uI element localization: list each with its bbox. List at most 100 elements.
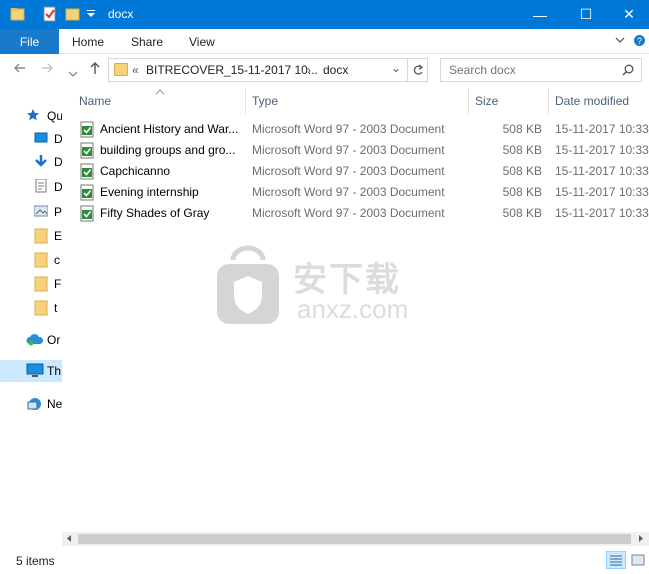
- scroll-left-icon[interactable]: [66, 534, 72, 545]
- file-size: 508 KB: [502, 185, 542, 199]
- nav-item-onedrive[interactable]: Or: [0, 329, 62, 351]
- column-header-type[interactable]: Type: [246, 86, 468, 116]
- scrollbar-thumb[interactable]: [78, 534, 631, 544]
- folder-icon: [114, 63, 128, 76]
- nav-item-folder[interactable]: c: [0, 249, 62, 271]
- word-document-icon: [80, 142, 95, 159]
- help-icon[interactable]: ?: [633, 34, 646, 50]
- nav-item-this-pc[interactable]: Th: [0, 360, 62, 382]
- address-bar[interactable]: « BITRECOVER_15-11-2017 10... › docx ⌄: [108, 58, 408, 82]
- file-size: 508 KB: [502, 164, 542, 178]
- word-document-icon: [80, 184, 95, 201]
- nav-item-pictures[interactable]: P: [0, 201, 62, 223]
- nav-item-folder[interactable]: F: [0, 273, 62, 295]
- watermark-text-en: anxz.com: [297, 294, 409, 324]
- word-document-icon: [80, 121, 95, 138]
- nav-item-desktop[interactable]: D: [0, 128, 62, 150]
- search-box[interactable]: [440, 58, 642, 82]
- column-header-date-modified[interactable]: Date modified: [549, 86, 649, 116]
- back-arrow-icon[interactable]: [13, 61, 27, 78]
- tab-view[interactable]: View: [189, 35, 215, 49]
- file-name: Fifty Shades of Gray: [100, 206, 210, 220]
- column-header-name[interactable]: Name: [62, 86, 245, 116]
- nav-item-quick-access[interactable]: Qu: [0, 105, 62, 127]
- nav-item-network[interactable]: Ne: [0, 393, 62, 415]
- word-document-icon: [80, 163, 95, 180]
- window-title: docx: [108, 7, 134, 21]
- svg-text:?: ?: [637, 36, 642, 46]
- scroll-right-icon[interactable]: [638, 534, 644, 545]
- column-header-size[interactable]: Size: [469, 86, 548, 116]
- breadcrumb-item[interactable]: BITRECOVER_15-11-2017 10...: [146, 63, 318, 77]
- maximize-button[interactable]: ☐: [563, 0, 609, 29]
- navigation-pane: Qu D D D P E c F t Or Th Ne: [0, 86, 62, 546]
- breadcrumb-separator[interactable]: ›: [307, 63, 311, 77]
- file-date-modified: 15-11-2017 10:33: [555, 164, 649, 178]
- file-name: Ancient History and War...: [100, 122, 239, 136]
- close-button[interactable]: ✕: [606, 0, 649, 29]
- file-date-modified: 15-11-2017 10:33: [555, 143, 649, 157]
- title-bar: docx — ☐ ✕: [0, 0, 649, 29]
- recent-locations-icon[interactable]: [68, 65, 78, 81]
- address-dropdown-icon[interactable]: ⌄: [391, 61, 401, 75]
- expand-ribbon-icon[interactable]: [614, 34, 626, 49]
- file-date-modified: 15-11-2017 10:33: [555, 185, 649, 199]
- refresh-icon[interactable]: [408, 58, 428, 82]
- file-row[interactable]: Ancient History and War... Microsoft Wor…: [62, 119, 649, 140]
- this-pc-icon: [26, 363, 44, 377]
- nav-item-folder[interactable]: E: [0, 225, 62, 247]
- folder-icon: [34, 252, 48, 268]
- tab-share[interactable]: Share: [131, 35, 163, 49]
- nav-item-documents[interactable]: D: [0, 176, 62, 198]
- file-type: Microsoft Word 97 - 2003 Document: [252, 143, 445, 157]
- navigation-bar: « BITRECOVER_15-11-2017 10... › docx ⌄: [0, 55, 649, 85]
- watermark: 安下载 anxz.com: [215, 244, 445, 334]
- new-folder-icon[interactable]: [65, 6, 81, 22]
- details-view-button[interactable]: [606, 551, 626, 569]
- tab-file[interactable]: File: [0, 29, 59, 54]
- search-icon[interactable]: [622, 64, 634, 76]
- quick-access-star-icon: [26, 108, 40, 122]
- folder-icon: [34, 276, 48, 292]
- shield-bag-icon: [215, 244, 281, 326]
- file-row[interactable]: Capchicanno Microsoft Word 97 - 2003 Doc…: [62, 161, 649, 182]
- folder-icon: [34, 228, 48, 244]
- search-input[interactable]: [441, 59, 621, 81]
- forward-arrow-icon[interactable]: [40, 61, 54, 78]
- pictures-icon: [33, 204, 49, 218]
- file-row[interactable]: Fifty Shades of Gray Microsoft Word 97 -…: [62, 203, 649, 224]
- file-date-modified: 15-11-2017 10:33: [555, 206, 649, 220]
- file-size: 508 KB: [502, 143, 542, 157]
- file-date-modified: 15-11-2017 10:33: [555, 122, 649, 136]
- file-type: Microsoft Word 97 - 2003 Document: [252, 122, 445, 136]
- up-arrow-icon[interactable]: [88, 61, 102, 78]
- word-document-icon: [80, 205, 95, 222]
- large-icons-view-button[interactable]: [628, 551, 648, 569]
- folder-icon: [10, 6, 26, 22]
- breadcrumb-overflow[interactable]: «: [132, 63, 139, 77]
- file-row[interactable]: Evening internship Microsoft Word 97 - 2…: [62, 182, 649, 203]
- network-icon: [26, 396, 44, 410]
- file-row[interactable]: building groups and gro... Microsoft Wor…: [62, 140, 649, 161]
- file-type: Microsoft Word 97 - 2003 Document: [252, 206, 445, 220]
- file-size: 508 KB: [502, 206, 542, 220]
- folder-icon: [34, 300, 48, 316]
- download-arrow-icon: [34, 154, 48, 168]
- documents-icon: [34, 178, 48, 193]
- properties-icon[interactable]: [42, 6, 58, 22]
- onedrive-icon: [26, 332, 44, 346]
- file-name: building groups and gro...: [100, 143, 236, 157]
- nav-item-folder[interactable]: t: [0, 297, 62, 319]
- file-name: Evening internship: [100, 185, 199, 199]
- nav-item-downloads[interactable]: D: [0, 151, 62, 173]
- ribbon-tabs: File Home Share View ?: [0, 29, 649, 54]
- tab-home[interactable]: Home: [72, 35, 104, 49]
- file-type: Microsoft Word 97 - 2003 Document: [252, 185, 445, 199]
- minimize-button[interactable]: —: [517, 0, 563, 29]
- file-size: 508 KB: [502, 122, 542, 136]
- breadcrumb-item[interactable]: docx: [323, 63, 348, 77]
- file-name: Capchicanno: [100, 164, 171, 178]
- status-bar: 5 items: [0, 546, 649, 574]
- customize-toolbar-icon[interactable]: [86, 8, 96, 18]
- horizontal-scrollbar[interactable]: [62, 532, 649, 546]
